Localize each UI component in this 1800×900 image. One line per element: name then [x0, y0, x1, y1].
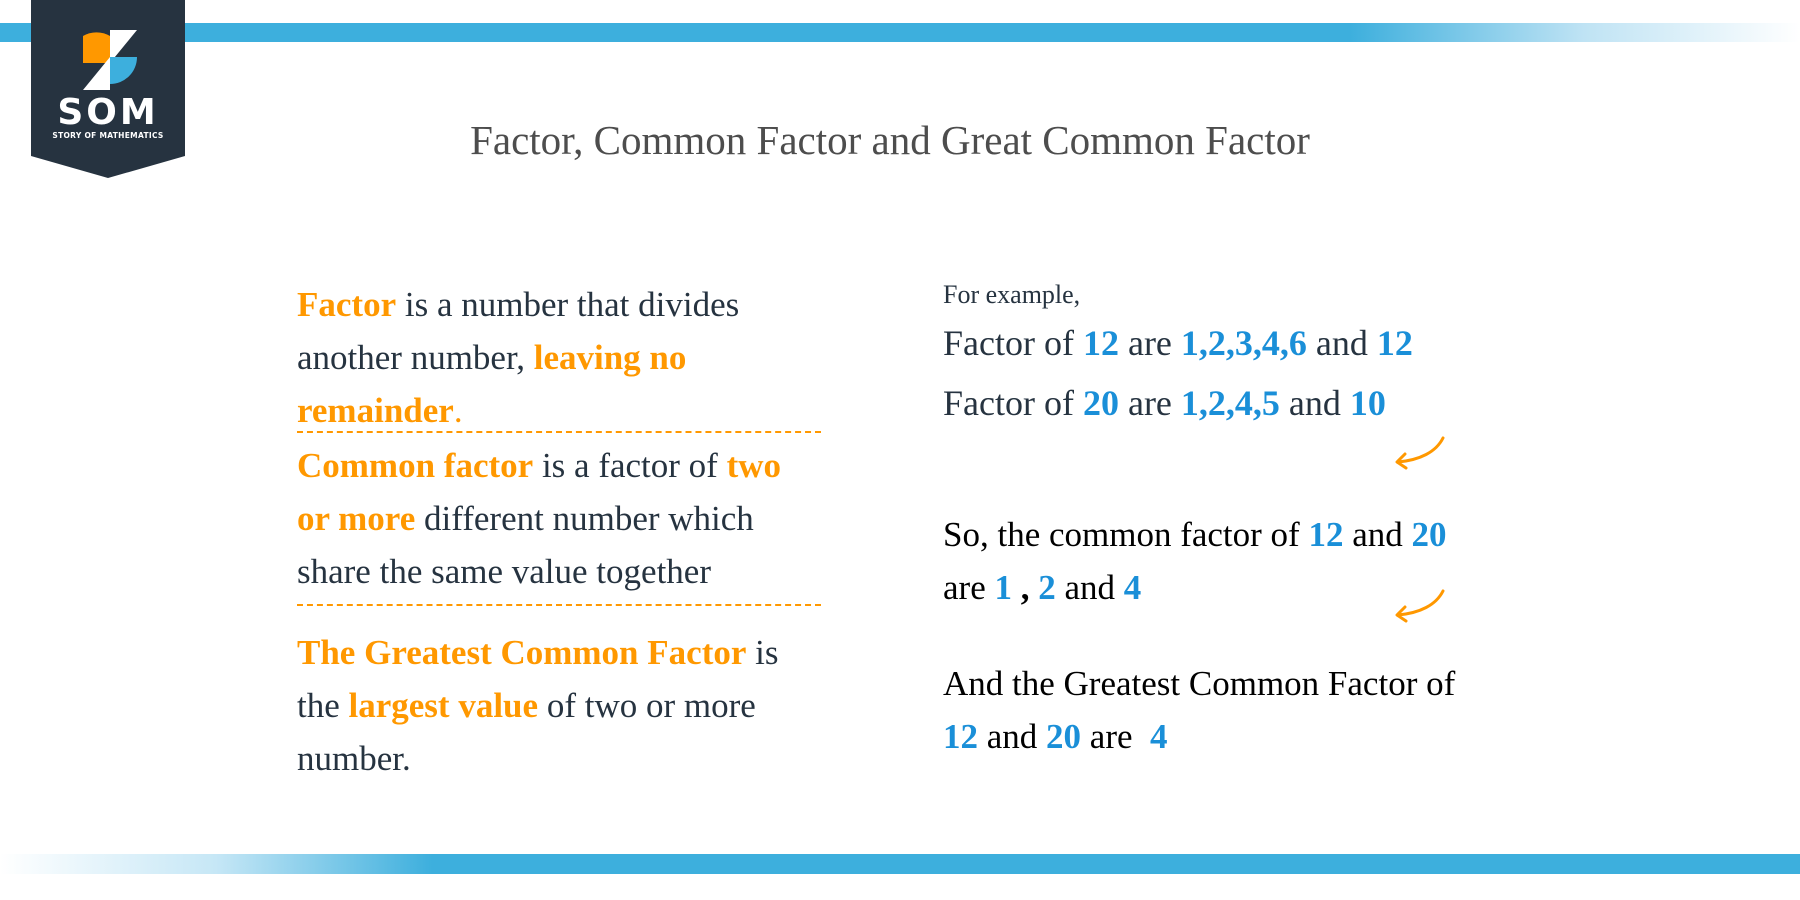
term-factor: Factor — [297, 285, 397, 324]
comma: , — [1011, 568, 1039, 607]
example-intro: For example, — [943, 280, 1081, 309]
line-text: are — [943, 568, 995, 607]
line-text: And the Greatest Common Factor of — [943, 664, 1456, 703]
line-text: and — [1279, 383, 1350, 423]
dashed-divider — [297, 604, 821, 606]
line-text: and — [978, 717, 1047, 756]
line-text: and — [1343, 515, 1412, 554]
common-factor-text-1: is a factor of — [533, 446, 727, 485]
gcf-summary: And the Greatest Common Factor of 12 and… — [943, 657, 1455, 763]
factor-list: 1,2,4,5 — [1180, 383, 1280, 423]
number: 12 — [1082, 323, 1119, 363]
gcf-definition: The Greatest Common Factor is the larges… — [297, 626, 821, 785]
line-text: Factor of — [943, 323, 1083, 363]
definitions-column: Factor is a number that divides another … — [297, 278, 821, 785]
factors-of-12-line: Factor of 12 are 1,2,3,4,6 and 12 — [943, 322, 1413, 364]
term-gcf: The Greatest Common Factor — [297, 633, 747, 672]
line-text: and — [1306, 323, 1377, 363]
top-decorative-bar — [0, 23, 1800, 42]
number: 12 — [1376, 323, 1413, 363]
line-text: Factor of — [943, 383, 1083, 423]
curved-arrow-icon — [1395, 589, 1445, 623]
gcf-highlight: largest value — [348, 686, 539, 725]
curved-arrow-icon — [1395, 436, 1445, 470]
line-text: are — [1118, 323, 1181, 363]
common-factor-definition: Common factor is a factor of two or more… — [297, 439, 821, 598]
number: 2 — [1038, 568, 1056, 607]
line-text: are — [1118, 383, 1181, 423]
number: 12 — [943, 717, 978, 756]
number: 20 — [1046, 717, 1082, 756]
number: 20 — [1411, 515, 1447, 554]
line-text: So, the common factor of — [943, 515, 1309, 554]
bottom-decorative-bar — [0, 854, 1800, 874]
number: 4 — [1123, 568, 1142, 607]
number: 20 — [1082, 383, 1119, 423]
line-text: and — [1055, 568, 1124, 607]
factor-definition: Factor is a number that divides another … — [297, 278, 821, 437]
factor-list: 1,2,3,4,6 — [1180, 323, 1307, 363]
page-title: Factor, Common Factor and Great Common F… — [470, 117, 1310, 163]
number: 10 — [1349, 383, 1386, 423]
number: 12 — [1308, 515, 1344, 554]
factors-of-20-line: Factor of 20 are 1,2,4,5 and 10 — [943, 382, 1386, 424]
number: 1 — [994, 568, 1012, 607]
gcf-result: 4 — [1150, 717, 1168, 756]
common-factor-summary: So, the common factor of 12 and 20 are 1… — [943, 508, 1447, 614]
term-common-factor: Common factor — [297, 446, 534, 485]
line-text: are — [1081, 717, 1151, 756]
factor-text-2: . — [453, 391, 463, 430]
